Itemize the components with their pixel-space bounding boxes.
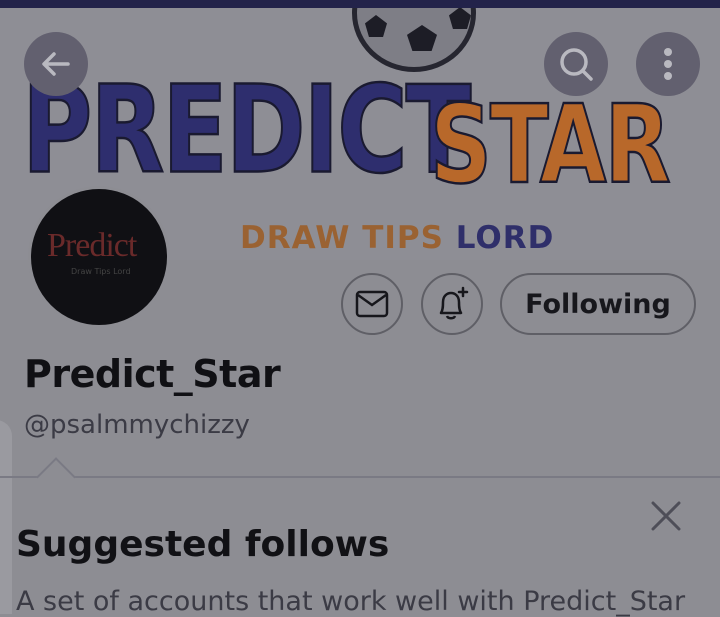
banner-brand-word-2: STAR <box>429 82 672 210</box>
arrow-left-icon <box>42 52 70 76</box>
popover-arrow <box>36 457 76 497</box>
suggested-follows-description: A set of accounts that work well with Pr… <box>16 586 686 617</box>
status-bar-edge <box>0 0 720 8</box>
side-edge-handle[interactable] <box>0 420 12 614</box>
banner-brand-word-1: PREDICT <box>21 59 472 202</box>
back-button[interactable] <box>24 32 88 96</box>
close-icon[interactable] <box>648 498 684 534</box>
more-vertical-icon <box>664 48 672 80</box>
profile-handle: @psalmmychizzy <box>24 410 250 440</box>
following-button[interactable]: Following <box>500 273 696 335</box>
divider <box>0 476 720 478</box>
search-button[interactable] <box>544 32 608 96</box>
message-button[interactable] <box>341 273 403 335</box>
avatar-logo-subtext: Draw Tips Lord <box>71 267 131 276</box>
notifications-button[interactable] <box>421 273 483 335</box>
banner-tagline: DRAW TIPS LORD <box>240 220 555 256</box>
search-icon <box>560 48 593 81</box>
profile-display-name: Predict_Star <box>24 352 281 396</box>
more-options-button[interactable] <box>636 32 700 96</box>
envelope-icon <box>355 290 389 318</box>
suggested-follows-title: Suggested follows <box>16 524 390 565</box>
avatar-logo-text: Predict <box>47 227 137 264</box>
avatar[interactable]: Predict Draw Tips Lord <box>28 186 170 328</box>
bell-plus-icon <box>439 286 469 320</box>
